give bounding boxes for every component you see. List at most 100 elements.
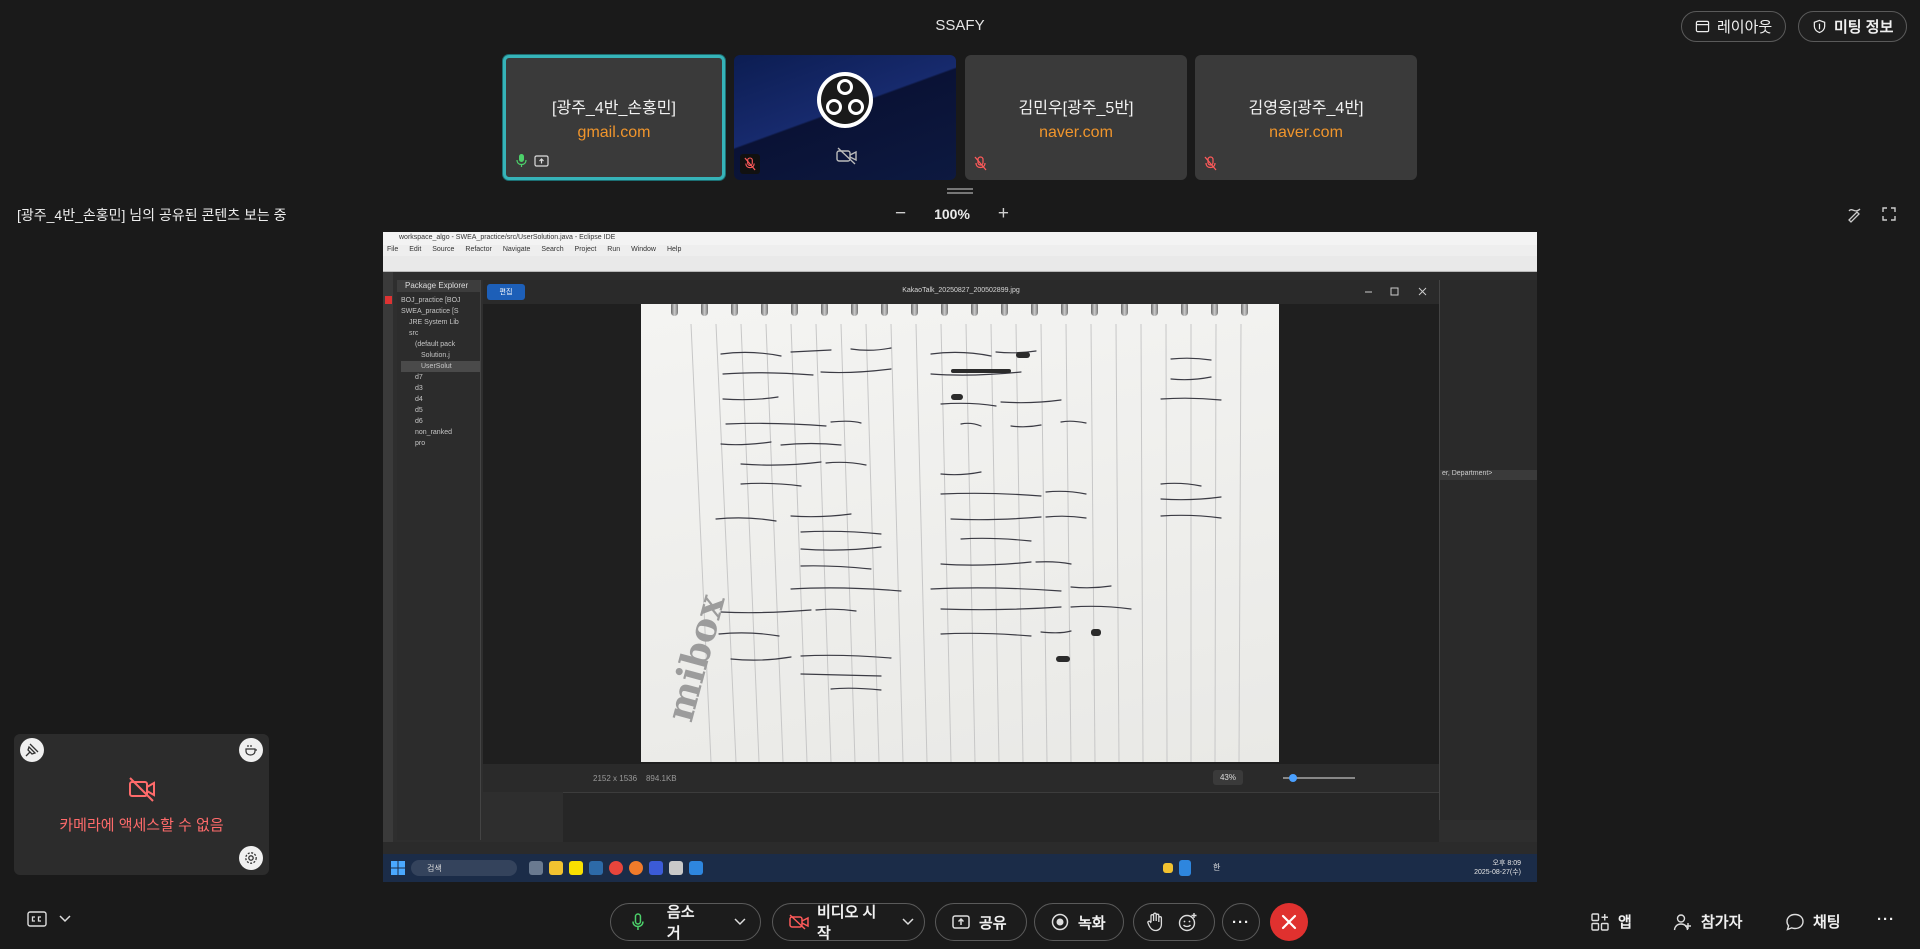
participant-tile[interactable]: 김영웅[광주_4반] naver.com <box>1195 55 1417 180</box>
menu-item[interactable]: Source <box>432 246 454 253</box>
package-explorer-title: Package Explorer <box>397 280 480 292</box>
taskbar-clock[interactable]: 오후 8:09 2025-08-27(수) <box>1474 859 1521 877</box>
chevron-down-icon <box>59 915 71 923</box>
app-icon[interactable] <box>669 861 683 875</box>
meeting-window: SSAFY 레이아웃 미팅 정보 [광주_4반_손홍민] gmail.com 김… <box>0 0 1920 949</box>
menu-item[interactable]: Project <box>575 246 597 253</box>
file-explorer-icon[interactable] <box>549 861 563 875</box>
annotate-icon[interactable] <box>1846 205 1864 223</box>
tree-item[interactable]: d3 <box>401 383 480 394</box>
more-options-button[interactable]: ··· <box>1222 903 1260 941</box>
obs-logo-icon <box>817 72 873 128</box>
muted-mic-badge <box>740 154 760 174</box>
notebook-photo: mibox <box>641 304 1279 762</box>
tree-item[interactable]: (default pack <box>401 339 480 350</box>
participants-button[interactable]: 참가자 <box>1673 911 1742 932</box>
chevron-down-icon[interactable] <box>902 918 914 926</box>
share-screen-icon <box>952 915 970 929</box>
mute-control[interactable]: 음소거 <box>610 903 761 942</box>
share-status-label: [광주_4반_손홍민] 님의 공유된 콘텐츠 보는 중 <box>17 207 287 223</box>
apps-button[interactable]: 앱 <box>1590 911 1632 932</box>
notebook-lines: mibox <box>657 323 1242 762</box>
gallery-resize-handle[interactable] <box>947 188 973 194</box>
tree-item[interactable]: d4 <box>401 394 480 405</box>
zoom-in-button[interactable]: + <box>998 203 1009 225</box>
eclipse-side-strip <box>383 272 393 842</box>
raise-hand-icon[interactable] <box>1146 912 1164 932</box>
tree-item[interactable]: d7 <box>401 372 480 383</box>
kakaotalk-icon[interactable] <box>569 861 583 875</box>
viewer-zoom[interactable]: 43% <box>1213 770 1243 785</box>
pin-button[interactable] <box>20 738 44 762</box>
participant-name: 김영웅[광주_4반] <box>1248 99 1364 117</box>
record-button[interactable]: 녹화 <box>1034 903 1124 941</box>
tray-icon[interactable] <box>1163 863 1173 873</box>
participants-label: 참가자 <box>1701 914 1743 931</box>
tree-item[interactable]: SWEA_practice [S <box>401 306 480 317</box>
task-view-icon[interactable] <box>529 861 543 875</box>
error-marker <box>385 296 392 304</box>
steam-icon[interactable] <box>589 861 603 875</box>
spiral-ring <box>881 304 888 316</box>
leave-meeting-button[interactable] <box>1270 903 1308 941</box>
eclipse-title: workspace_algo - SWEA_practice/src/UserS… <box>383 232 1537 245</box>
meeting-info-button[interactable]: 미팅 정보 <box>1798 11 1908 42</box>
participant-tile[interactable]: 김민우[광주_5반] naver.com <box>965 55 1187 180</box>
tree-item[interactable]: JRE System Lib <box>401 317 480 328</box>
tree-item[interactable]: non_ranked <box>401 427 480 438</box>
app-icon[interactable] <box>649 861 663 875</box>
participant-tile[interactable] <box>734 55 956 180</box>
more-right-button[interactable]: ··· <box>1877 911 1895 928</box>
menu-item[interactable]: Search <box>541 246 563 253</box>
taskbar-search[interactable]: 검색 <box>411 860 517 876</box>
photos-icon[interactable] <box>689 861 703 875</box>
collapse-self-view-button[interactable] <box>239 738 263 762</box>
video-label: 비디오 시작 <box>816 904 877 942</box>
menu-item[interactable]: Edit <box>409 246 421 253</box>
participant-email: naver.com <box>1269 123 1343 141</box>
menu-item[interactable]: Refactor <box>465 246 491 253</box>
share-button[interactable]: 공유 <box>935 903 1027 941</box>
menu-item[interactable]: Run <box>607 246 620 253</box>
layout-button[interactable]: 레이아웃 <box>1681 11 1787 42</box>
menu-item[interactable]: Window <box>631 246 656 253</box>
tree-item[interactable]: UserSolut <box>401 361 480 372</box>
mic-tray-icon[interactable] <box>1179 860 1191 876</box>
record-label: 녹화 <box>1078 914 1106 932</box>
zoom-value: 100% <box>934 206 970 222</box>
participant-tile[interactable]: [광주_4반_손홍민] gmail.com <box>503 55 725 180</box>
eclipse-right-panel: er, Department> <box>1439 280 1537 820</box>
participant-name: [광주_4반_손홍민] <box>552 99 676 117</box>
captions-control[interactable] <box>27 911 71 927</box>
tree-item[interactable]: BOJ_practice [BOJ <box>401 295 480 306</box>
chat-icon <box>1786 913 1804 931</box>
menu-item[interactable]: Navigate <box>503 246 531 253</box>
chevron-down-icon[interactable] <box>734 918 746 926</box>
windows-start-icon[interactable] <box>391 861 405 875</box>
gear-icon <box>245 852 257 864</box>
reactions-control <box>1133 903 1215 941</box>
video-control[interactable]: 비디오 시작 <box>772 903 925 942</box>
pin-icon <box>25 743 39 757</box>
tree-item[interactable]: d6 <box>401 416 480 427</box>
chat-button[interactable]: 채팅 <box>1785 911 1841 932</box>
chrome-icon[interactable] <box>609 861 623 875</box>
menu-item[interactable]: File <box>387 246 398 253</box>
ime-indicator[interactable]: 한 <box>1213 862 1220 873</box>
spiral-ring <box>1151 304 1158 316</box>
zoom-out-button[interactable]: − <box>895 203 906 225</box>
viewer-zoom-slider[interactable] <box>1283 774 1355 782</box>
menu-item[interactable]: Help <box>667 246 681 253</box>
spiral-ring <box>791 304 798 316</box>
window-controls-icon[interactable] <box>1363 287 1433 297</box>
fullscreen-icon[interactable] <box>1880 205 1898 223</box>
video-settings-button[interactable] <box>239 846 263 870</box>
chrome-canary-icon[interactable] <box>629 861 643 875</box>
tree-item[interactable]: d5 <box>401 405 480 416</box>
tree-item[interactable]: src <box>401 328 480 339</box>
emoji-add-icon[interactable] <box>1178 912 1198 932</box>
spiral-ring <box>851 304 858 316</box>
tree-item[interactable]: Solution.j <box>401 350 480 361</box>
camera-off-icon <box>789 914 809 930</box>
tree-item[interactable]: pro <box>401 438 480 449</box>
